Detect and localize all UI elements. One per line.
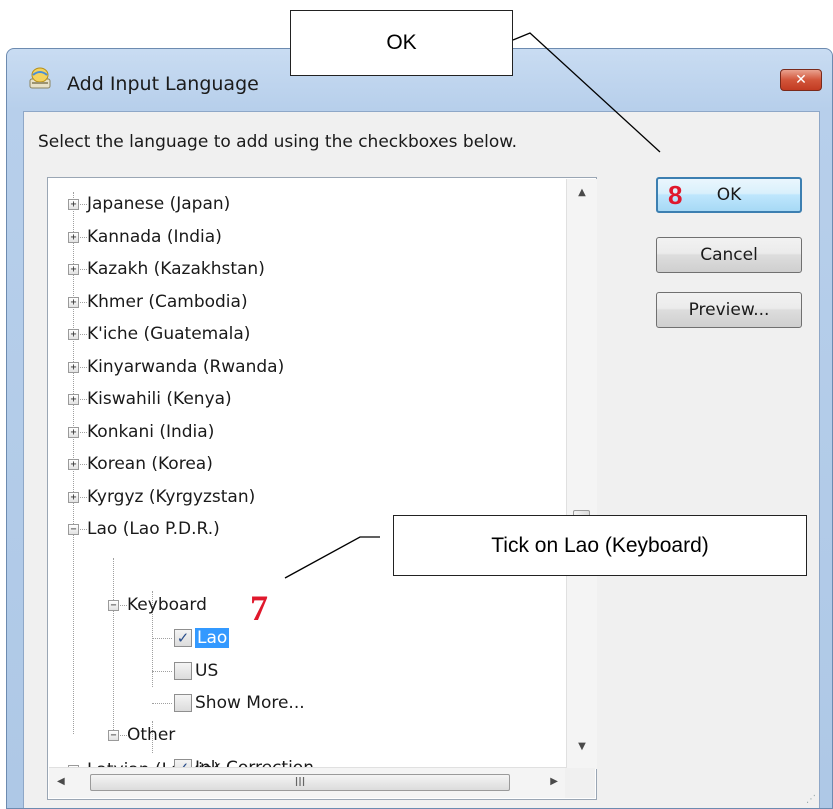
ok-button[interactable]: 8 OK (656, 177, 802, 213)
expand-icon[interactable]: + (68, 426, 79, 438)
expand-icon[interactable]: + (68, 329, 79, 340)
language-tree[interactable]: + Japanese (Japan) + Kannada (India) + Kazakh… (47, 177, 597, 800)
dialog-title: Add Input Language (67, 73, 259, 95)
resize-grip-icon[interactable]: ⋰ (806, 794, 816, 805)
expand-icon[interactable]: + (68, 296, 79, 308)
collapse-icon[interactable]: − (108, 730, 119, 741)
tree-node-label: Konkani (India) (87, 421, 215, 442)
expand-icon[interactable]: + (68, 199, 79, 210)
tree-node-label: K'iche (Guatemala) (87, 324, 251, 344)
expand-icon[interactable]: + (68, 361, 79, 373)
collapse-icon[interactable]: − (68, 524, 79, 535)
dialog-client-area: Select the language to add using the che… (23, 111, 820, 808)
tree-connector-line (152, 671, 172, 672)
collapse-icon[interactable]: − (108, 600, 119, 611)
lao-callout: Tick on Lao (Keyboard) (393, 515, 807, 576)
expand-icon[interactable]: + (68, 264, 79, 275)
scroll-down-icon[interactable]: ▼ (567, 741, 597, 752)
checkbox-lao[interactable]: ✓ (174, 629, 192, 647)
tree-connector-line (152, 638, 172, 639)
dialog-window: Add Input Language ✕ Select the language… (6, 48, 833, 809)
preview-button-label: Preview... (688, 300, 770, 320)
checkbox-show-more[interactable] (174, 694, 192, 712)
ok-callout-text: OK (386, 31, 417, 54)
tree-node-label: Kyrgyz (Kyrgyzstan) (87, 486, 256, 507)
expand-icon[interactable]: + (68, 394, 79, 405)
scroll-up-icon[interactable]: ▲ (567, 187, 597, 198)
expand-icon[interactable]: + (68, 459, 79, 470)
tree-node-label: Khmer (Cambodia) (87, 291, 248, 312)
vertical-scrollbar[interactable]: ▲ ▼ (566, 179, 597, 769)
tree-node-label: Keyboard (127, 595, 207, 615)
scroll-left-icon[interactable]: ◀ (57, 776, 65, 787)
tree-connector-line (113, 558, 114, 736)
expand-icon[interactable]: + (68, 491, 79, 503)
tree-node-label: Kiswahili (Kenya) (87, 389, 232, 409)
tree-node-label: Show More... (195, 693, 305, 713)
scroll-right-icon[interactable]: ▶ (550, 776, 558, 787)
language-globe-icon (29, 67, 51, 89)
ok-callout: OK (290, 10, 513, 76)
tree-node-label: Korean (Korea) (87, 454, 213, 474)
tree-connector-line (152, 703, 172, 704)
step-7-marker: 7 (250, 588, 268, 628)
scrollbar-corner (565, 768, 595, 798)
tree-node-label-selected: Lao (195, 628, 230, 648)
lao-callout-text: Tick on Lao (Keyboard) (491, 533, 709, 557)
expand-icon[interactable]: + (68, 231, 79, 243)
cancel-button-label: Cancel (700, 245, 758, 265)
checkbox-us[interactable] (174, 662, 192, 680)
tree-node-label: US (195, 661, 219, 681)
horizontal-scroll-thumb[interactable]: III (90, 774, 510, 791)
tree-node-label: Kannada (India) (87, 226, 222, 247)
horizontal-scrollbar[interactable]: ◀ III ▶ (49, 767, 566, 798)
tree-node-label: Kinyarwanda (Rwanda) (87, 356, 285, 377)
tree-node-label: Kazakh (Kazakhstan) (87, 259, 265, 279)
tree-node-label: Other (127, 725, 176, 745)
cancel-button[interactable]: Cancel (656, 237, 802, 273)
ok-button-label: OK (716, 185, 742, 205)
tree-node-label: Japanese (Japan) (87, 194, 231, 214)
instruction-text: Select the language to add using the che… (38, 132, 518, 152)
step-8-marker: 8 (668, 180, 683, 210)
preview-button[interactable]: Preview... (656, 292, 802, 328)
close-button[interactable]: ✕ (780, 69, 822, 91)
tree-node-label: Lao (Lao P.D.R.) (87, 519, 220, 539)
